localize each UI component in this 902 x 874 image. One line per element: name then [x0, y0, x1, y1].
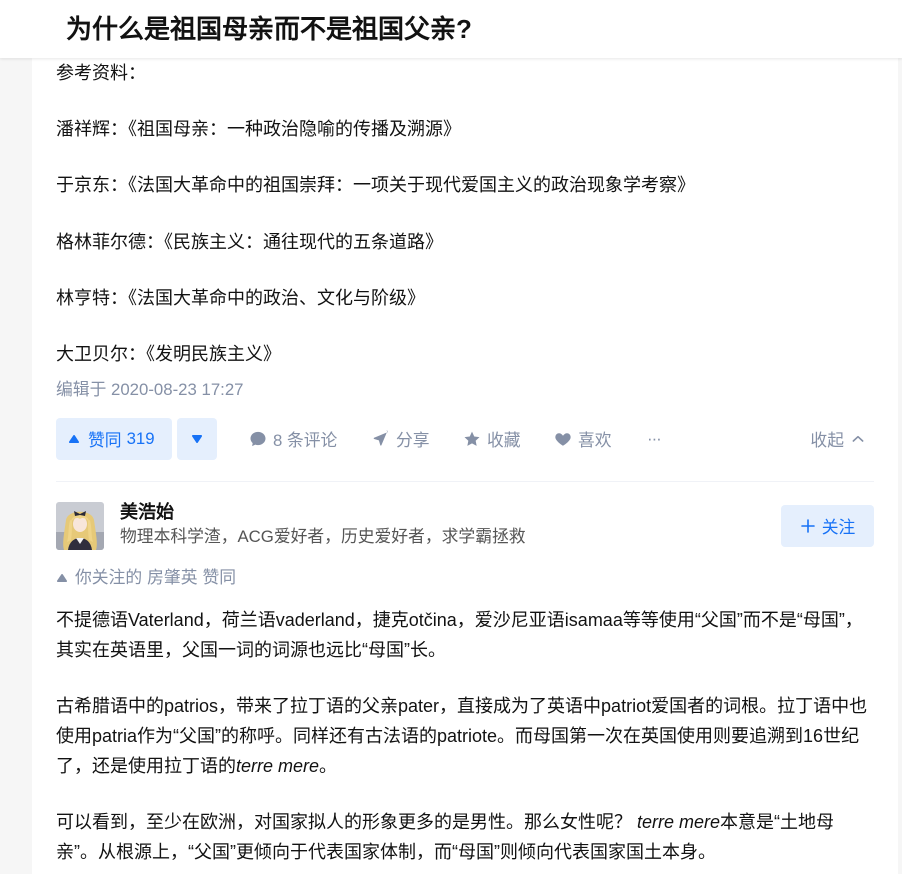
- like-label: 喜欢: [578, 430, 612, 450]
- comment-bubble-icon: [250, 431, 266, 447]
- references-heading: 参考资料：: [56, 63, 146, 83]
- answer-references: 参考资料： 潘祥辉：《祖国母亲：一种政治隐喻的传播及溯源》 于京东：《法国大革命…: [56, 58, 874, 369]
- answer-card: 参考资料： 潘祥辉：《祖国母亲：一种政治隐喻的传播及溯源》 于京东：《法国大革命…: [32, 0, 898, 874]
- question-title: 为什么是祖国母亲而不是祖国父亲?: [66, 14, 472, 44]
- triangle-up-icon: [69, 434, 79, 443]
- triangle-up-icon: [57, 573, 67, 582]
- italic-term: terre mere: [637, 811, 721, 832]
- paragraph-text: 不提德语Vaterland，荷兰语vaderland，捷克otčina，爱沙尼亚…: [56, 609, 863, 660]
- vote-up-button[interactable]: 赞同 319: [56, 417, 172, 460]
- follow-label: 关注: [821, 517, 856, 537]
- italic-term: terre mere: [236, 755, 320, 776]
- avatar-image: [56, 501, 104, 550]
- upvote-hint-prefix: 你关注的: [75, 567, 143, 587]
- chevron-up-icon: [852, 435, 864, 442]
- comments-label: 8 条评论: [273, 430, 338, 450]
- triangle-down-icon: [192, 434, 202, 443]
- author-bio: 物理本科学渣，ACG爱好者，历史爱好者，求学霸拯救: [120, 526, 526, 546]
- upvote-hint-user-link[interactable]: 房肇英: [147, 566, 197, 590]
- heart-icon: [555, 433, 571, 446]
- author-meta: 美浩始 物理本科学渣，ACG爱好者，历史爱好者，求学霸拯救: [120, 502, 526, 550]
- follow-button[interactable]: 关注: [781, 504, 874, 547]
- paragraph-text: 古希腊语中的patrios，带来了拉丁语的父亲pater，直接成为了英语中pat…: [56, 695, 868, 776]
- reference-item: 潘祥辉：《祖国母亲：一种政治隐喻的传播及溯源》: [56, 119, 461, 140]
- plus-icon: [800, 519, 815, 533]
- collect-label: 收藏: [487, 430, 521, 450]
- answer-paragraph: 不提德语Vaterland，荷兰语vaderland，捷克otčina，爱沙尼亚…: [56, 605, 874, 665]
- edited-time[interactable]: 编辑于 2020-08-23 17:27: [56, 378, 874, 402]
- collapse-button[interactable]: 收起: [810, 427, 866, 451]
- share-label: 分享: [396, 430, 430, 450]
- paper-plane-icon: [373, 430, 389, 446]
- reference-item: 于京东：《法国大革命中的祖国崇拜：一项关于现代爱国主义的政治现象学考察》: [56, 175, 695, 196]
- author-info: 美浩始 物理本科学渣，ACG爱好者，历史爱好者，求学霸拯救 关注: [56, 501, 874, 550]
- reference-item: 林亨特：《法国大革命中的政治、文化与阶级》: [56, 287, 425, 308]
- upvote-hint-suffix: 赞同: [202, 567, 237, 587]
- reference-item: 大卫贝尔：《发明民族主义》: [56, 343, 281, 364]
- vote-up-label: 赞同: [88, 430, 122, 450]
- answer-paragraph: 可以看到，至少在欧洲，对国家拟人的形象更多的是男性。那么女性呢？ terre m…: [56, 807, 874, 867]
- vote-up-count: 319: [126, 428, 155, 448]
- vote-down-button[interactable]: [177, 417, 217, 460]
- comments-button[interactable]: 8 条评论: [249, 427, 342, 451]
- avatar[interactable]: [56, 501, 104, 550]
- answer-body: 不提德语Vaterland，荷兰语vaderland，捷克otčina，爱沙尼亚…: [56, 605, 874, 867]
- answer-paragraph: 古希腊语中的patrios，带来了拉丁语的父亲pater，直接成为了英语中pat…: [56, 691, 874, 781]
- author-name[interactable]: 美浩始: [120, 500, 526, 524]
- collapse-label: 收起: [810, 430, 844, 450]
- share-button[interactable]: 分享: [372, 427, 433, 451]
- answer-actions-bar: 赞同 319 8 条评论 分享 收藏 喜欢 ··· 收起: [56, 417, 874, 460]
- more-dots-icon: ···: [647, 428, 662, 448]
- question-sticky-header: 为什么是祖国母亲而不是祖国父亲?: [0, 0, 902, 58]
- star-icon: [464, 431, 480, 446]
- answer-divider: [56, 480, 874, 482]
- reference-item: 格林菲尔德：《民族主义：通往现代的五条道路》: [56, 231, 443, 252]
- paragraph-text: 可以看到，至少在欧洲，对国家拟人的形象更多的是男性。那么女性呢？: [56, 811, 637, 832]
- paragraph-text: 。: [319, 755, 338, 776]
- collect-button[interactable]: 收藏: [463, 427, 524, 451]
- followee-upvote-hint: 你关注的 房肇英 赞同: [56, 566, 874, 590]
- like-button[interactable]: 喜欢: [554, 427, 615, 451]
- card-content: 参考资料： 潘祥辉：《祖国母亲：一种政治隐喻的传播及溯源》 于京东：《法国大革命…: [32, 0, 898, 867]
- more-options-button[interactable]: ···: [647, 429, 662, 449]
